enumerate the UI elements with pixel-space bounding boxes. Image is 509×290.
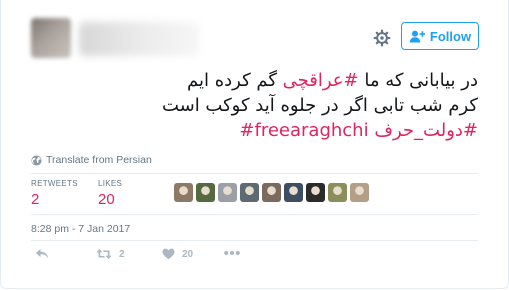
settings-gear-icon[interactable] xyxy=(373,29,391,47)
likes-count: 20 xyxy=(98,191,115,208)
divider xyxy=(31,240,478,241)
more-icon xyxy=(224,251,240,255)
hashtag-freearaghchi[interactable]: #freearaghchi xyxy=(239,120,368,141)
liker-avatars xyxy=(174,183,369,202)
tweet-line-1-end: گم کرده ایم xyxy=(186,70,283,91)
retweets-label: RETWEETS xyxy=(31,179,78,188)
retweets-count: 2 xyxy=(31,191,40,208)
follow-user-plus-icon xyxy=(409,30,425,42)
reply-button[interactable] xyxy=(35,248,49,260)
author-name-blurred[interactable] xyxy=(79,22,199,56)
author-avatar-blurred[interactable] xyxy=(31,18,71,58)
tweet-line-2: کرم شب تابی اگر در جلوه آید کوکب است xyxy=(161,95,478,116)
retweet-button[interactable]: 2 xyxy=(96,248,125,260)
tweet-header: Follow xyxy=(1,0,508,74)
retweet-icon xyxy=(96,249,112,259)
tweet-line-3: #دولت_حرف #freearaghchi xyxy=(28,118,478,143)
tweet-text: در بیابانی که ما #عراقچی گم کرده ایم کرم… xyxy=(28,68,478,143)
liker-avatar[interactable] xyxy=(174,183,193,202)
more-button[interactable] xyxy=(224,250,240,256)
liker-avatar[interactable] xyxy=(196,183,215,202)
liker-avatar[interactable] xyxy=(306,183,325,202)
follow-label: Follow xyxy=(429,28,472,44)
liker-avatar[interactable] xyxy=(284,183,303,202)
tweet-line-1: در بیابانی که ما #عراقچی گم کرده ایم xyxy=(28,68,478,93)
like-button[interactable]: 20 xyxy=(162,248,193,260)
translate-label: Translate from Persian xyxy=(46,154,152,166)
likes-label: LIKES xyxy=(98,179,123,188)
hashtag-araghchi[interactable]: #عراقچی xyxy=(283,70,359,91)
divider xyxy=(31,214,478,215)
reply-icon xyxy=(35,249,49,259)
like-count: 20 xyxy=(182,248,194,260)
liker-avatar[interactable] xyxy=(262,183,281,202)
retweets-stat[interactable]: RETWEETS 2 xyxy=(31,179,78,208)
translate-link[interactable]: Translate from Persian xyxy=(31,154,152,166)
globe-icon xyxy=(31,154,42,166)
heart-icon xyxy=(162,248,175,260)
likes-stat[interactable]: LIKES 20 xyxy=(98,179,122,208)
divider xyxy=(31,173,478,174)
tweet-line-1-start: در بیابانی که ما xyxy=(358,70,478,91)
tweet-timestamp[interactable]: 8:28 pm - 7 Jan 2017 xyxy=(31,223,130,235)
hashtag-dolat-harf[interactable]: #دولت_حرف xyxy=(374,120,478,141)
liker-avatar[interactable] xyxy=(350,183,369,202)
liker-avatar[interactable] xyxy=(240,183,259,202)
tweet-card: Follow در بیابانی که ما #عراقچی گم کرده … xyxy=(0,0,509,289)
follow-button[interactable]: Follow xyxy=(401,22,479,50)
liker-avatar[interactable] xyxy=(218,183,237,202)
liker-avatar[interactable] xyxy=(328,183,347,202)
retweet-count: 2 xyxy=(119,248,125,260)
